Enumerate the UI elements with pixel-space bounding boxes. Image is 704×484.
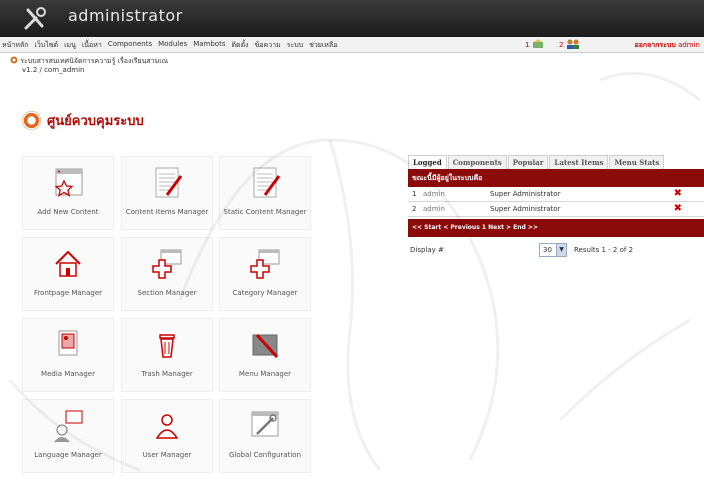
messages-indicator[interactable]: 1 — [525, 39, 544, 49]
users-icon — [566, 39, 579, 49]
section-icon — [152, 249, 182, 279]
menu-manager-label: Menu Manager — [238, 370, 292, 378]
media-manager-label: Media Manager — [41, 370, 95, 378]
stats-panel: Logged Components Popular Latest Items M… — [408, 155, 704, 259]
menu-item-content[interactable]: เนื้อหา — [82, 40, 102, 51]
site-icon — [10, 56, 18, 64]
category-manager-button[interactable]: Category Manager — [219, 237, 311, 311]
frontpage-manager-label: Frontpage Manager — [33, 289, 103, 297]
content-items-manager-button[interactable]: Content Items Manager — [121, 156, 213, 230]
global-configuration-button[interactable]: Global Configuration — [219, 399, 311, 473]
delete-icon[interactable]: ✖ — [674, 188, 682, 199]
inbox-icon — [532, 39, 543, 48]
row-role: Super Administrator — [490, 190, 561, 198]
tab-popular[interactable]: Popular — [507, 155, 549, 169]
main-menu: หน้าหลัก เว็บไซต์ เมนู เนื้อหา Component… — [2, 40, 337, 51]
menu-bar: หน้าหลัก เว็บไซต์ เมนู เนื้อหา Component… — [0, 37, 704, 53]
trash-icon — [159, 334, 175, 358]
pagination[interactable]: << Start < Previous 1 Next > End >> — [408, 219, 704, 237]
config-icon — [251, 411, 279, 437]
user-manager-button[interactable]: User Manager — [121, 399, 213, 473]
user-icon — [155, 414, 179, 439]
menu-item-mambots[interactable]: Mambots — [193, 40, 225, 51]
category-icon — [250, 249, 280, 279]
logged-users-header: ขณะนี้มีผู้อยู่ในระบบคือ — [408, 169, 704, 187]
row-number: 2 — [412, 205, 417, 213]
admin-header: administrator — [0, 0, 704, 37]
tab-latest-items[interactable]: Latest Items — [549, 155, 609, 169]
language-icon — [54, 410, 83, 442]
menu-item-system[interactable]: ระบบ — [287, 40, 303, 51]
panel-tabs: Logged Components Popular Latest Items M… — [408, 155, 704, 169]
table-row: 1 admin Super Administrator ✖ — [408, 187, 704, 202]
tab-menu-stats[interactable]: Menu Stats — [609, 155, 665, 169]
add-new-content-label: Add New Content — [37, 208, 99, 216]
global-configuration-label: Global Configuration — [228, 451, 302, 459]
control-panel-icon — [22, 111, 41, 130]
site-name[interactable]: ระบบสารสนเทศนิจัดการความรู้ เรื่องเรียนส… — [20, 57, 168, 65]
media-icon — [58, 330, 78, 356]
site-path: ระบบสารสนเทศนิจัดการความรู้ เรื่องเรียนส… — [10, 56, 168, 75]
version-text: v1.2 / com_admin — [22, 66, 85, 74]
app-title: administrator — [68, 6, 183, 25]
trash-manager-label: Trash Manager — [141, 370, 193, 378]
menu-item-menu[interactable]: เมนู — [64, 40, 76, 51]
trash-manager-button[interactable]: Trash Manager — [121, 318, 213, 392]
static-content-icon — [253, 167, 281, 198]
media-manager-button[interactable]: Media Manager — [22, 318, 114, 392]
logout-link[interactable]: ออกจากระบบ admin — [635, 40, 701, 51]
user-manager-label: User Manager — [142, 451, 192, 459]
page-header: ศูนย์ควบคุมระบบ — [22, 110, 144, 131]
menu-manager-button[interactable]: Menu Manager — [219, 318, 311, 392]
language-manager-button[interactable]: Language Manager — [22, 399, 114, 473]
menu-item-home[interactable]: หน้าหลัก — [2, 40, 28, 51]
section-manager-label: Section Manager — [137, 289, 197, 297]
display-label: Display # — [410, 246, 444, 254]
row-role: Super Administrator — [490, 205, 561, 213]
category-manager-label: Category Manager — [232, 289, 298, 297]
row-username[interactable]: admin — [423, 190, 445, 198]
table-row: 2 admin Super Administrator ✖ — [408, 202, 704, 217]
tools-logo-icon — [24, 7, 46, 30]
tab-components[interactable]: Components — [447, 155, 507, 169]
menu-item-components[interactable]: Components — [108, 40, 152, 51]
menu-item-install[interactable]: ติดตั้ง — [231, 40, 248, 51]
online-users-indicator[interactable]: 2 — [559, 39, 580, 49]
frontpage-icon — [55, 250, 81, 277]
menu-item-messages[interactable]: ข้อความ — [255, 40, 281, 51]
content-items-icon — [155, 167, 183, 198]
add-new-content-button[interactable]: Add New Content — [22, 156, 114, 230]
row-username[interactable]: admin — [423, 205, 445, 213]
content-items-manager-label: Content Items Manager — [125, 208, 209, 216]
results-count: Results 1 - 2 of 2 — [574, 246, 634, 254]
add-content-icon — [54, 168, 83, 197]
language-manager-label: Language Manager — [34, 451, 102, 459]
menu-item-help[interactable]: ช่วยเหลือ — [309, 40, 337, 51]
frontpage-manager-button[interactable]: Frontpage Manager — [22, 237, 114, 311]
delete-icon[interactable]: ✖ — [674, 203, 682, 214]
section-manager-button[interactable]: Section Manager — [121, 237, 213, 311]
menu-icon — [252, 333, 279, 359]
menu-item-modules[interactable]: Modules — [158, 40, 187, 51]
row-number: 1 — [412, 190, 417, 198]
list-footer: Display # 30 ▼ Results 1 - 2 of 2 — [408, 243, 704, 259]
display-count-select[interactable]: 30 ▼ — [539, 243, 567, 257]
chevron-down-icon[interactable]: ▼ — [556, 244, 566, 256]
tab-logged[interactable]: Logged — [408, 155, 447, 169]
static-content-manager-button[interactable]: Static Content Manager — [219, 156, 311, 230]
page-title: ศูนย์ควบคุมระบบ — [47, 114, 144, 129]
menu-item-site[interactable]: เว็บไซต์ — [34, 40, 58, 51]
static-content-manager-label: Static Content Manager — [223, 208, 307, 216]
